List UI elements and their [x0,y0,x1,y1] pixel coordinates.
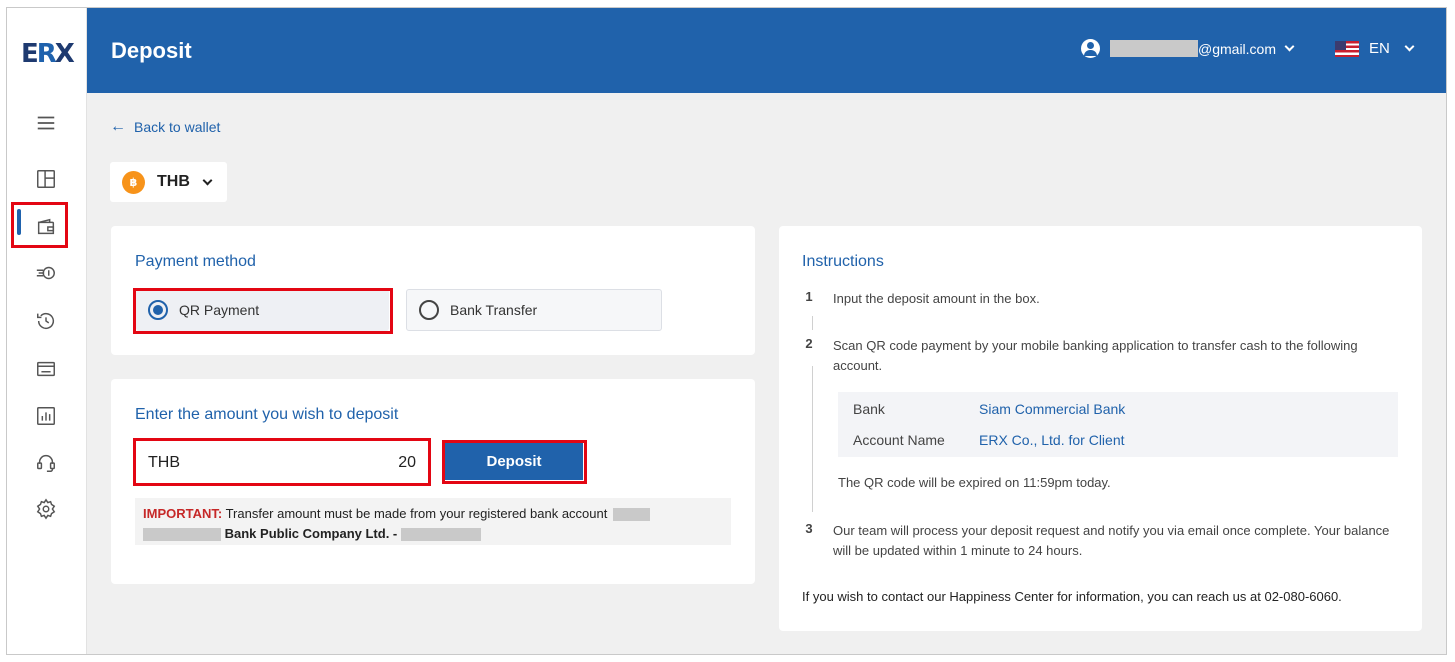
bank-card-icon[interactable] [34,357,58,381]
redaction [143,528,221,542]
chart-icon[interactable] [34,404,58,428]
chevron-down-icon [1404,41,1415,52]
instruction-step: 2 Scan QR code payment by your mobile ba… [805,336,1358,373]
erx-logo[interactable]: ERX [21,39,75,69]
sidebar: ERX [7,8,87,654]
dashboard-icon[interactable] [34,167,58,191]
thb-coin-icon: ฿ [122,170,145,194]
back-to-wallet-link[interactable]: ← Back to wallet [110,118,220,136]
account-row: Account Name ERX Co., Ltd. for Client [853,432,1125,448]
user-icon [1081,39,1100,58]
currency-selector[interactable]: ฿ THB [110,162,227,202]
qr-payment-highlight [133,288,393,334]
wallet-highlight [11,202,68,248]
bank-transfer-option[interactable]: Bank Transfer [406,289,662,331]
deposit-highlight [442,440,587,484]
support-icon[interactable] [34,451,58,475]
instruction-step: 3 Our team will process your deposit req… [805,521,1390,558]
important-text: Transfer amount must be made from your r… [225,506,608,521]
instructions-title: Instructions [802,253,884,270]
radio-empty-icon [419,300,439,320]
amount-highlight [133,438,431,486]
redaction [612,508,650,522]
timeline-line [812,316,813,330]
email-redaction [1110,40,1198,57]
timeline-line [812,366,813,512]
app-frame: ERX Deposit @gmail.com EN ← Back to wall… [6,7,1447,655]
menu-icon[interactable] [34,111,58,135]
top-header: Deposit @gmail.com EN [87,8,1446,93]
bank-transfer-label: Bank Transfer [450,302,538,318]
user-menu[interactable]: @gmail.com [1081,39,1295,58]
chevron-down-icon [202,175,213,185]
important-prefix: IMPORTANT: [143,506,223,521]
qr-expiry-text: The QR code will be expired on 11:59pm t… [838,475,1111,490]
user-email: @gmail.com [1198,40,1277,57]
arrow-left-icon: ← [110,118,126,135]
page-title: Deposit [111,38,192,63]
amount-title: Enter the amount you wish to deposit [135,406,399,423]
bank-row: Bank Siam Commercial Bank [853,401,1126,417]
important-notice: IMPORTANT: Transfer amount must be made … [135,498,731,545]
back-label: Back to wallet [134,119,221,135]
bank-name: Bank Public Company Ltd. - [224,526,398,541]
instruction-step: 1 Input the deposit amount in the box. [805,289,1040,306]
chevron-down-icon [1284,41,1295,52]
transfer-icon[interactable] [34,261,58,285]
history-icon[interactable] [34,309,58,333]
payment-method-title: Payment method [135,253,256,270]
currency-code: THB [157,173,190,190]
us-flag-icon [1335,40,1359,57]
settings-icon[interactable] [34,497,58,521]
contact-text: If you wish to contact our Happiness Cen… [802,589,1342,604]
bank-details: Bank Siam Commercial Bank Account Name E… [838,392,1398,457]
language-label: EN [1369,40,1390,57]
redaction [400,528,481,542]
language-selector[interactable]: EN [1335,40,1415,57]
